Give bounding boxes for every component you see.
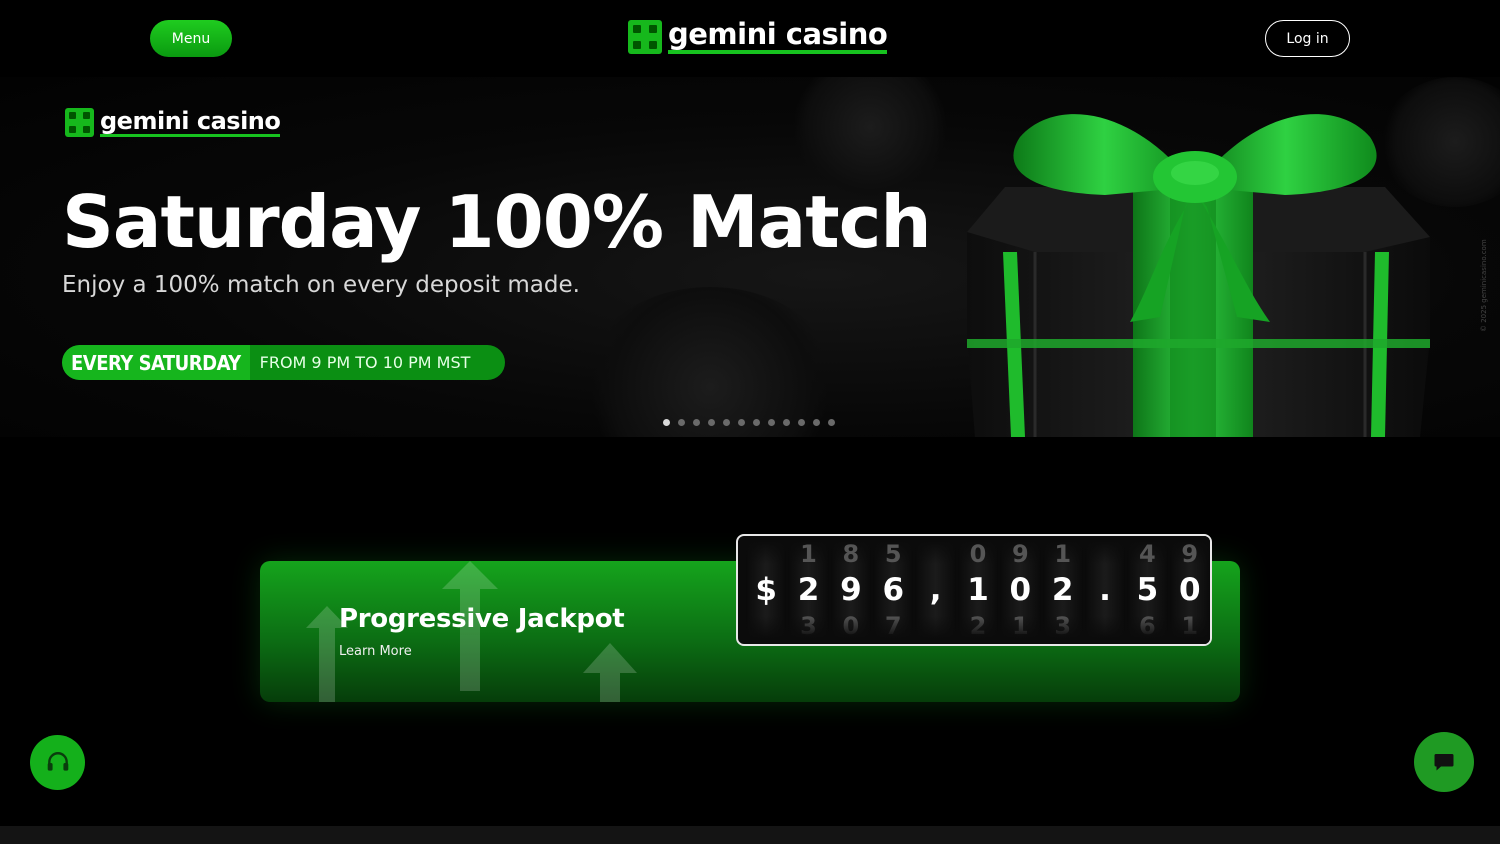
chat-bubble-icon bbox=[1434, 754, 1454, 771]
counter-digit: 123 bbox=[1042, 536, 1084, 644]
schedule-day: EVERY SATURDAY bbox=[62, 345, 250, 380]
banner-brand-logo: gemini casino bbox=[65, 106, 281, 137]
banner-subtitle: Enjoy a 100% match on every deposit made… bbox=[62, 272, 580, 298]
carousel-dot[interactable] bbox=[678, 419, 685, 426]
carousel-dot[interactable] bbox=[768, 419, 775, 426]
counter-digit: 567 bbox=[873, 536, 914, 644]
jackpot-counter: $ 123 890 567 , 012 901 123 . 456 901 bbox=[736, 534, 1212, 646]
gift-box-illustration bbox=[967, 114, 1430, 437]
decor-chip bbox=[580, 287, 840, 437]
jackpot-title: Progressive Jackpot bbox=[339, 604, 625, 634]
carousel-dot[interactable] bbox=[813, 419, 820, 426]
support-button[interactable] bbox=[30, 735, 85, 790]
carousel-dot[interactable] bbox=[723, 419, 730, 426]
footer-edge bbox=[0, 826, 1500, 844]
learn-more-link[interactable]: Learn More bbox=[339, 644, 412, 659]
schedule-pill: EVERY SATURDAY FROM 9 PM TO 10 PM MST bbox=[62, 345, 505, 380]
brand-name: gemini casino bbox=[668, 20, 888, 54]
brand-dice-icon bbox=[65, 108, 94, 137]
carousel-dot[interactable] bbox=[708, 419, 715, 426]
promo-banner[interactable]: gemini casino Saturday 100% Match Enjoy … bbox=[0, 77, 1500, 437]
carousel-dot[interactable] bbox=[828, 419, 835, 426]
login-button[interactable]: Log in bbox=[1265, 20, 1350, 57]
counter-separator: . bbox=[1084, 536, 1126, 644]
decor-chip bbox=[790, 77, 950, 197]
carousel-dot[interactable] bbox=[753, 419, 760, 426]
headset-icon bbox=[47, 751, 68, 771]
counter-digit: 901 bbox=[1000, 536, 1041, 644]
schedule-time: FROM 9 PM TO 10 PM MST bbox=[259, 353, 471, 372]
counter-digit: 123 bbox=[788, 536, 830, 644]
carousel-dot[interactable] bbox=[693, 419, 700, 426]
menu-button[interactable]: Menu bbox=[150, 20, 232, 57]
counter-digit: 012 bbox=[957, 536, 999, 644]
brand-dice-icon bbox=[628, 20, 662, 54]
carousel-dot[interactable] bbox=[798, 419, 805, 426]
arrow-up-icon bbox=[583, 643, 637, 702]
copyright-note: © 2025 geminicasino.com bbox=[1480, 239, 1488, 332]
counter-digit: $ bbox=[746, 536, 787, 644]
counter-digit: 890 bbox=[830, 536, 872, 644]
chat-button[interactable] bbox=[1414, 732, 1474, 792]
carousel-dots bbox=[663, 419, 835, 426]
carousel-dot[interactable] bbox=[663, 419, 670, 426]
banner-brand-name: gemini casino bbox=[100, 106, 281, 137]
counter-separator: , bbox=[915, 536, 957, 644]
banner-title: Saturday 100% Match bbox=[62, 180, 932, 264]
brand-logo[interactable]: gemini casino bbox=[628, 20, 888, 54]
counter-digit: 456 bbox=[1127, 536, 1168, 644]
carousel-dot[interactable] bbox=[738, 419, 745, 426]
counter-digit: 901 bbox=[1169, 536, 1210, 644]
carousel-dot[interactable] bbox=[783, 419, 790, 426]
